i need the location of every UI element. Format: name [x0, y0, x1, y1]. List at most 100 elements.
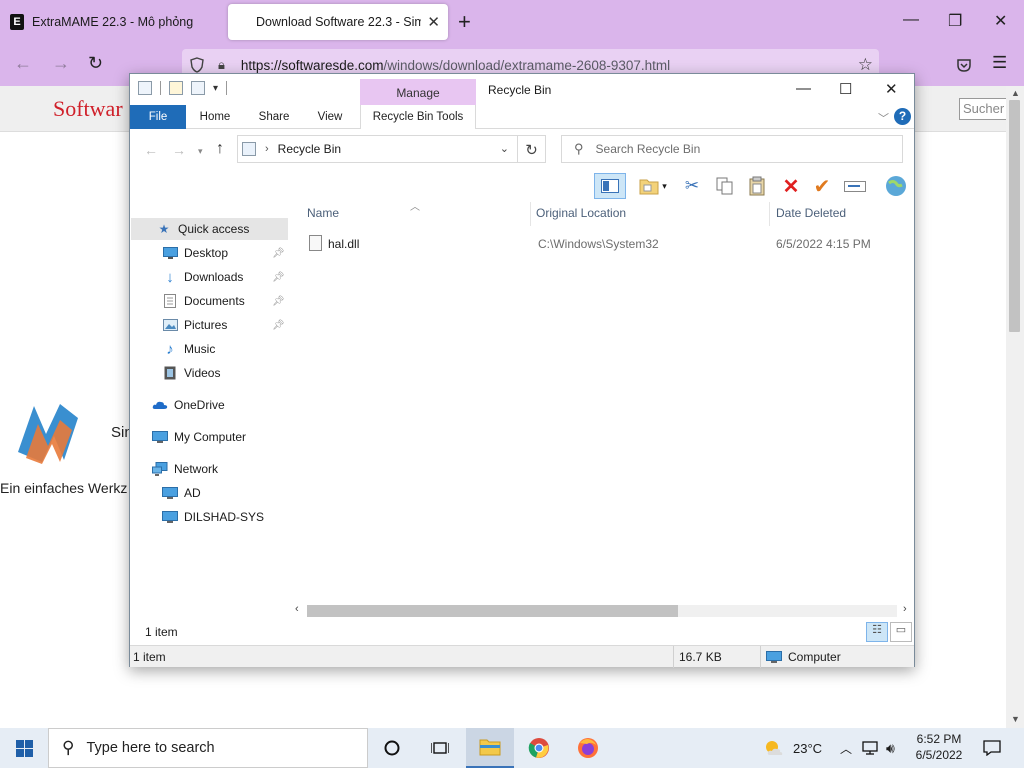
- new-tab-icon[interactable]: +: [458, 9, 471, 35]
- tab-recycle-bin-tools[interactable]: Recycle Bin Tools: [360, 105, 476, 129]
- explorer-minimize-icon[interactable]: —: [796, 80, 811, 97]
- preview-pane-icon[interactable]: [594, 173, 626, 199]
- file-explorer-taskbar-icon[interactable]: [466, 728, 514, 768]
- column-header-original-location[interactable]: Original Location: [536, 206, 626, 220]
- site-logo-text[interactable]: Softwar: [53, 96, 123, 122]
- windows-start-icon[interactable]: [0, 728, 48, 768]
- copy-icon[interactable]: [712, 173, 738, 199]
- recent-locations-icon[interactable]: ▾: [198, 146, 203, 157]
- address-dropdown-icon[interactable]: ⌄: [500, 142, 509, 155]
- tab-file[interactable]: File: [130, 105, 186, 129]
- web-scroll-thumb[interactable]: [1009, 100, 1020, 332]
- tab-title: Download Software 22.3 - Simu: [256, 15, 421, 29]
- expand-ribbon-icon[interactable]: ﹀: [878, 110, 889, 126]
- breadcrumb-separator-icon[interactable]: ›: [265, 143, 269, 155]
- horizontal-scrollbar[interactable]: ‹ ›: [291, 602, 915, 620]
- pin-icon[interactable]: 📌︎: [272, 320, 285, 331]
- taskbar-search-input[interactable]: ⚲ Type here to search: [48, 728, 368, 768]
- tab-view[interactable]: View: [308, 105, 352, 129]
- firefox-icon[interactable]: [564, 728, 612, 768]
- customize-qat-icon[interactable]: ▾: [213, 83, 218, 94]
- close-tab-icon[interactable]: ✕: [427, 13, 440, 31]
- column-header-date-deleted[interactable]: Date Deleted: [776, 206, 846, 220]
- address-bar[interactable]: › Recycle Bin ⌄: [237, 135, 518, 163]
- pin-icon[interactable]: 📌︎: [272, 248, 285, 259]
- nav-item-documents[interactable]: Documents 📌︎: [162, 290, 288, 312]
- new-folder-icon[interactable]: [191, 81, 205, 95]
- restore-check-icon[interactable]: ✔: [808, 173, 836, 199]
- tab-home[interactable]: Home: [192, 105, 238, 129]
- weather-widget[interactable]: 23°C: [764, 728, 822, 768]
- delete-icon[interactable]: ✕: [778, 173, 804, 199]
- new-folder-icon[interactable]: ▾: [632, 173, 674, 199]
- scroll-down-icon[interactable]: ▼: [1011, 714, 1020, 724]
- nav-item-downloads[interactable]: ↓ Downloads 📌︎: [162, 266, 288, 288]
- explorer-maximize-icon[interactable]: ☐: [839, 80, 852, 98]
- scroll-up-icon[interactable]: ▲: [1011, 88, 1020, 98]
- pin-icon[interactable]: 📌︎: [272, 272, 285, 283]
- tab-download-software[interactable]: Download Software 22.3 - Simu ✕: [228, 4, 448, 40]
- tab-share[interactable]: Share: [250, 105, 298, 129]
- reload-icon[interactable]: ↻: [88, 53, 103, 74]
- explorer-forward-icon[interactable]: →: [172, 142, 186, 158]
- paste-icon[interactable]: [744, 173, 770, 199]
- column-header-name[interactable]: Name: [307, 206, 339, 220]
- navigation-pane: ★ Quick access Desktop 📌︎ ↓ Downloads 📌︎…: [130, 202, 292, 640]
- search-input[interactable]: ⚲ Search Recycle Bin: [561, 135, 903, 163]
- rename-icon[interactable]: [840, 173, 870, 199]
- horizontal-scroll-thumb[interactable]: [307, 605, 678, 617]
- pocket-icon[interactable]: [956, 57, 972, 73]
- nav-item-onedrive[interactable]: OneDrive: [152, 394, 288, 416]
- file-row[interactable]: hal.dll C:\Windows\System32 6/5/2022 4:1…: [309, 233, 909, 255]
- nav-item-music[interactable]: ♪ Music: [162, 338, 288, 360]
- taskbar-clock[interactable]: 6:52 PM 6/5/2022: [905, 731, 973, 763]
- cut-icon[interactable]: ✂: [680, 173, 704, 199]
- nav-item-ad[interactable]: AD: [162, 482, 288, 504]
- scroll-right-icon[interactable]: ›: [903, 603, 907, 615]
- breadcrumb[interactable]: Recycle Bin: [278, 142, 341, 156]
- task-view-icon[interactable]: [416, 728, 464, 768]
- recycle-bin-small-icon: [242, 142, 256, 156]
- close-window-icon[interactable]: ✕: [994, 11, 1007, 31]
- tab-extramame[interactable]: E ExtraMAME 22.3 - Mô phỏng ga: [0, 0, 222, 44]
- web-scrollbar[interactable]: ▲ ▼: [1006, 86, 1024, 728]
- cortana-icon[interactable]: [368, 728, 416, 768]
- pin-icon[interactable]: 📌︎: [272, 296, 285, 307]
- explorer-close-icon[interactable]: ✕: [885, 80, 898, 98]
- url-text[interactable]: https://softwaresde.com/windows/download…: [241, 58, 670, 73]
- manage-tab[interactable]: Manage: [360, 79, 476, 105]
- back-icon[interactable]: ←: [14, 53, 32, 74]
- up-icon[interactable]: ↑: [216, 140, 224, 158]
- volume-icon[interactable]: 🔊︎: [886, 728, 895, 768]
- refresh-icon[interactable]: ↻: [518, 135, 546, 163]
- file-list: ︿ Name Original Location Date Deleted ha…: [297, 202, 914, 640]
- shield-icon[interactable]: [190, 57, 204, 73]
- network-status-icon[interactable]: [862, 728, 880, 768]
- nav-item-videos[interactable]: Videos: [162, 362, 288, 384]
- command-toolbar: ▾ ✂ ✕ ✔: [592, 171, 914, 201]
- nav-item-pictures[interactable]: Pictures 📌︎: [162, 314, 288, 336]
- properties-icon[interactable]: [169, 81, 183, 95]
- nav-item-dilshad-sys[interactable]: DILSHAD-SYS: [162, 506, 288, 528]
- scroll-left-icon[interactable]: ‹: [295, 603, 299, 615]
- tab-title: ExtraMAME 22.3 - Mô phỏng ga: [32, 15, 197, 29]
- nav-item-desktop[interactable]: Desktop 📌︎: [162, 242, 288, 264]
- minimize-icon[interactable]: —: [903, 11, 919, 29]
- nav-item-my-computer[interactable]: My Computer: [152, 426, 288, 448]
- help-icon[interactable]: ?: [894, 108, 911, 125]
- large-icons-view-icon[interactable]: ▭: [890, 622, 912, 642]
- forward-icon[interactable]: →: [52, 53, 70, 74]
- search-placeholder: Search Recycle Bin: [595, 142, 701, 156]
- nav-item-network[interactable]: Network: [152, 458, 288, 480]
- details-view-icon[interactable]: ☷: [866, 622, 888, 642]
- menu-icon[interactable]: ☰: [992, 53, 1007, 73]
- chrome-icon[interactable]: [515, 728, 563, 768]
- restore-icon[interactable]: ❐: [948, 11, 962, 31]
- show-hidden-icons-icon[interactable]: ︿: [840, 728, 852, 768]
- explorer-back-icon[interactable]: ←: [144, 142, 158, 158]
- lock-icon[interactable]: 🔒︎: [218, 57, 225, 73]
- notifications-icon[interactable]: [975, 728, 1009, 768]
- bookmark-star-icon[interactable]: ☆: [858, 55, 873, 75]
- nav-item-quick-access[interactable]: ★ Quick access: [131, 218, 288, 240]
- globe-icon[interactable]: [882, 173, 910, 199]
